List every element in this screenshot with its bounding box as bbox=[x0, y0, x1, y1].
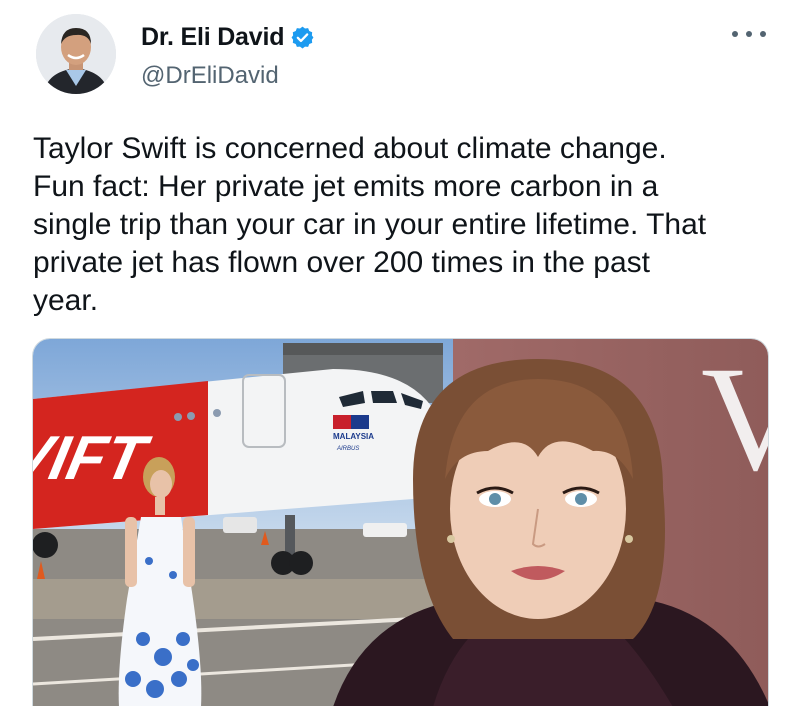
avatar[interactable] bbox=[36, 14, 116, 94]
more-options-button[interactable] bbox=[732, 22, 766, 46]
backdrop-letter: V bbox=[701, 339, 769, 502]
tweet-card: Dr. Eli David @DrEliDavid Taylor Swift i… bbox=[0, 0, 800, 706]
tweet-text: Taylor Swift is concerned about climate … bbox=[33, 132, 707, 317]
ellipsis-icon bbox=[760, 31, 766, 37]
ellipsis-icon bbox=[746, 31, 752, 37]
ellipsis-icon bbox=[732, 31, 738, 37]
author-info: Dr. Eli David @DrEliDavid bbox=[141, 20, 315, 90]
author-handle[interactable]: @DrEliDavid bbox=[141, 62, 315, 90]
tweet-media-image[interactable]: VIFT MALAYSIA AIRBUS bbox=[32, 338, 769, 706]
author-display-name[interactable]: Dr. Eli David bbox=[141, 23, 284, 52]
airbus-text: AIRBUS bbox=[336, 446, 359, 452]
profile-photo-icon bbox=[36, 14, 116, 94]
name-row: Dr. Eli David bbox=[141, 20, 315, 54]
flag-text: MALAYSIA bbox=[333, 432, 374, 441]
tweet-photo: VIFT MALAYSIA AIRBUS bbox=[33, 339, 769, 706]
airplane-livery-text: VIFT bbox=[33, 424, 156, 493]
verified-badge-icon bbox=[290, 25, 315, 50]
